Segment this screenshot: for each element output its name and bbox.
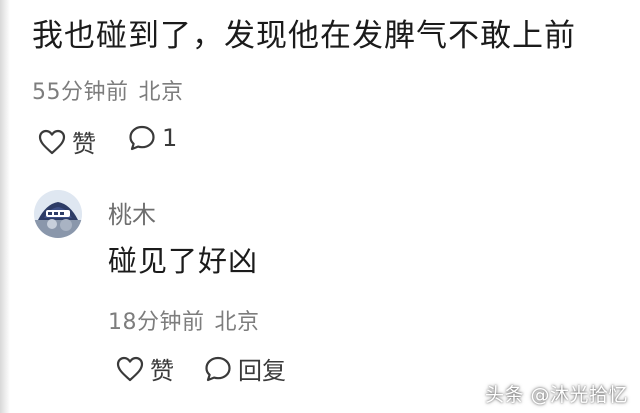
comment-thread: 我也碰到了，发现他在发脾气不敢上前 55分钟前 北京 赞 1 桃木 碰见了好凶 …: [0, 0, 640, 413]
speech-bubble-icon: [128, 124, 156, 152]
watermark: 头条 @沐光拾忆: [484, 384, 628, 406]
reply-text: 碰见了好凶: [108, 244, 259, 278]
left-edge-shadow: [0, 0, 10, 413]
reply-username[interactable]: 桃木: [108, 195, 156, 230]
comment-reply-count: 1: [162, 124, 178, 152]
reply-like-label: 赞: [150, 357, 174, 385]
comment-meta: 55分钟前 北京: [32, 74, 184, 106]
comment-text: 我也碰到了，发现他在发脾气不敢上前: [32, 18, 576, 54]
avatar-image: [34, 190, 82, 238]
heart-outline-icon: [116, 356, 144, 382]
reply-reply-button[interactable]: 回复: [204, 351, 286, 386]
heart-outline-icon: [38, 129, 66, 155]
reply-location: 北京: [214, 310, 260, 335]
comment-reply-button[interactable]: 1: [128, 124, 177, 152]
comment-time: 55分钟前: [32, 80, 129, 105]
reply-avatar[interactable]: [34, 190, 82, 238]
reply-reply-label: 回复: [238, 357, 286, 385]
comment-like-button[interactable]: 赞: [38, 124, 96, 159]
reply-time: 18分钟前: [108, 310, 205, 335]
reply-meta: 18分钟前 北京: [108, 304, 260, 336]
comment-like-label: 赞: [72, 130, 96, 158]
speech-bubble-icon: [204, 355, 232, 383]
reply-like-button[interactable]: 赞: [116, 351, 174, 386]
comment-location: 北京: [138, 80, 184, 105]
